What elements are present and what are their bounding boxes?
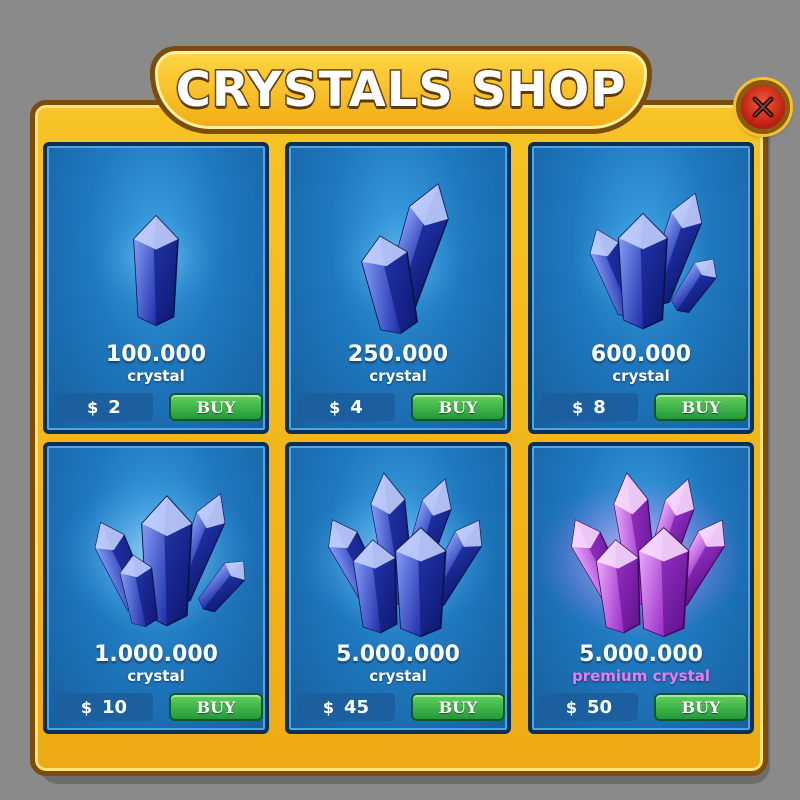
price-value: 10 (102, 696, 128, 718)
crystal-amount: 5.000.000 (579, 642, 703, 667)
price-tag: $ 50 (540, 693, 638, 721)
crystal-unit: crystal (127, 367, 185, 385)
glowing-crystal-cluster-icon (47, 454, 265, 644)
buy-button[interactable]: BUY (411, 393, 505, 421)
large-crystal-cluster-icon (289, 454, 507, 644)
shop-item-card: 5.000.000 crystal $ 45 BUY (285, 442, 511, 734)
buy-button[interactable]: BUY (654, 393, 748, 421)
single-crystal-icon (47, 154, 265, 344)
shop-item-card: 600.000 crystal $ 8 BUY (528, 142, 754, 434)
crystal-amount: 100.000 (105, 342, 207, 367)
crystal-unit: crystal (612, 367, 670, 385)
shop-item-card: 1.000.000 crystal $ 10 BUY (43, 442, 269, 734)
buy-button[interactable]: BUY (411, 693, 505, 721)
price-tag: $ 4 (297, 393, 395, 421)
price-tag: $ 10 (55, 693, 153, 721)
currency-symbol: $ (87, 397, 99, 417)
price-value: 2 (108, 396, 121, 418)
currency-symbol: $ (572, 397, 584, 417)
shop-item-card: 100.000 crystal $ 2 BUY (43, 142, 269, 434)
currency-symbol: $ (565, 697, 578, 717)
currency-symbol: $ (80, 697, 93, 717)
crystal-amount: 5.000.000 (336, 642, 460, 667)
shop-item-card: 5.000.000 premium crystal $ 50 BUY (528, 442, 754, 734)
price-tag: $ 8 (540, 393, 638, 421)
page-title: CRYSTALS SHOP (174, 61, 627, 120)
crystal-amount: 1.000.000 (94, 642, 218, 667)
buy-button[interactable]: BUY (654, 693, 748, 721)
crystal-pair-icon (289, 154, 507, 344)
crystal-amount: 250.000 (347, 342, 449, 367)
price-tag: $ 2 (55, 393, 153, 421)
premium-crystal-cluster-icon (532, 454, 750, 644)
shop-item-card: 250.000 crystal $ 4 BUY (285, 142, 511, 434)
price-value: 45 (344, 696, 370, 718)
close-button[interactable] (736, 80, 790, 134)
crystal-unit: crystal (369, 367, 427, 385)
crystal-amount: 600.000 (590, 342, 692, 367)
close-icon (752, 96, 774, 118)
price-value: 8 (593, 396, 606, 418)
buy-button[interactable]: BUY (169, 693, 263, 721)
price-tag: $ 45 (297, 693, 395, 721)
crystal-unit: crystal (127, 667, 185, 685)
title-plate: CRYSTALS SHOP (150, 46, 652, 134)
premium-crystal-unit: premium crystal (571, 667, 711, 685)
buy-button[interactable]: BUY (169, 393, 263, 421)
crystal-unit: crystal (369, 667, 427, 685)
currency-symbol: $ (322, 697, 335, 717)
crystal-cluster-icon (532, 154, 750, 344)
price-value: 50 (587, 696, 613, 718)
currency-symbol: $ (329, 397, 341, 417)
price-value: 4 (350, 396, 363, 418)
